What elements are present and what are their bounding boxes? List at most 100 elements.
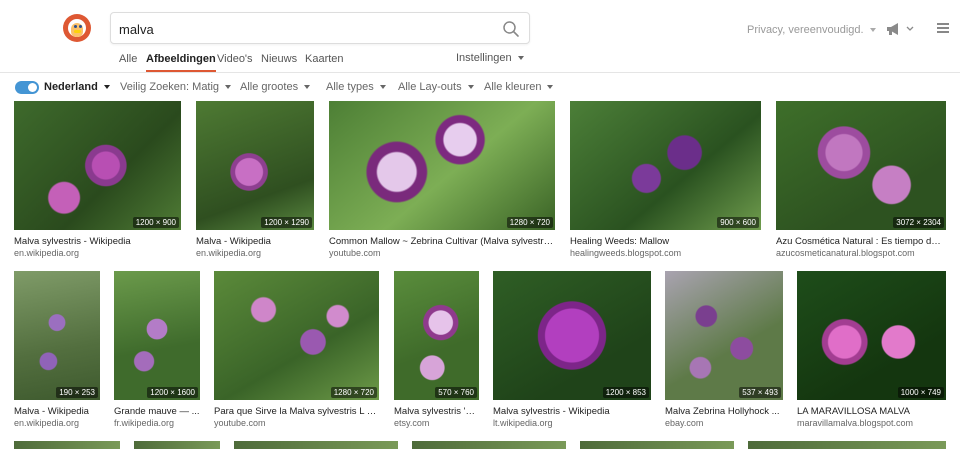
result-thumbnail	[394, 271, 479, 400]
image-dimensions: 570 × 760	[435, 387, 477, 398]
result-caption[interactable]: Malva Zebrina Hollyhock ...	[665, 406, 783, 417]
result-caption[interactable]: Healing Weeds: Mallow	[570, 236, 761, 247]
tab-images[interactable]: Afbeeldingen	[146, 52, 216, 72]
tab-all[interactable]: Alle	[119, 52, 137, 72]
chevron-down-icon	[103, 85, 110, 90]
result-thumbnail	[214, 271, 379, 400]
image-dimensions: 1200 × 1600	[147, 387, 198, 398]
size-label: Alle grootes	[240, 81, 299, 93]
image-result[interactable]: 3072 × 2304	[776, 101, 946, 230]
search-input[interactable]	[119, 19, 489, 39]
result-source[interactable]: youtube.com	[329, 248, 555, 258]
result-source[interactable]: lt.wikipedia.org	[493, 418, 651, 428]
result-thumbnail	[493, 271, 651, 400]
image-result[interactable]: 1200 × 1290	[196, 101, 314, 230]
result-thumbnail	[329, 101, 555, 230]
region-label: Nederland	[44, 81, 98, 93]
image-dimensions: 1280 × 720	[330, 387, 377, 398]
safe-search-label: Veilig Zoeken: Matig	[120, 81, 220, 93]
image-dimensions: 1200 × 900	[132, 217, 179, 228]
image-dimensions: 1200 × 1290	[261, 217, 312, 228]
type-filter[interactable]: Alle types	[326, 81, 386, 93]
result-source[interactable]: fr.wikipedia.org	[114, 418, 200, 428]
result-source[interactable]: en.wikipedia.org	[14, 418, 100, 428]
result-caption[interactable]: Para que Sirve la Malva sylvestris L - Y…	[214, 406, 379, 417]
result-source[interactable]: azucosmeticanatural.blogspot.com	[776, 248, 946, 258]
chevron-down-icon	[304, 85, 311, 90]
layout-filter[interactable]: Alle Lay-outs	[398, 81, 474, 93]
image-dimensions: 1200 × 853	[602, 387, 649, 398]
megaphone-icon[interactable]	[885, 22, 915, 36]
result-thumbnail	[776, 101, 946, 230]
size-filter[interactable]: Alle grootes	[240, 81, 311, 93]
chevron-down-icon	[467, 85, 474, 90]
image-result[interactable]	[580, 441, 734, 449]
result-source[interactable]: en.wikipedia.org	[14, 248, 181, 258]
result-caption[interactable]: Common Mallow ~ Zebrina Cultivar (Malva …	[329, 236, 555, 247]
safe-search-filter[interactable]: Veilig Zoeken: Matig	[120, 81, 232, 93]
result-thumbnail	[114, 271, 200, 400]
result-caption[interactable]: Malva sylvestris - Wikipedia	[493, 406, 651, 417]
result-source[interactable]: youtube.com	[214, 418, 379, 428]
image-result[interactable]: 1200 × 1600	[114, 271, 200, 400]
image-result[interactable]: 1000 × 749	[797, 271, 946, 400]
image-dimensions: 537 × 493	[739, 387, 781, 398]
filter-bar: Nederland Veilig Zoeken: Matig Alle groo…	[0, 73, 960, 101]
image-dimensions: 1280 × 720	[506, 217, 553, 228]
privacy-dropdown[interactable]: Privacy, vereenvoudigd.	[747, 24, 876, 36]
image-result[interactable]: 900 × 600	[570, 101, 761, 230]
image-dimensions: 190 × 253	[56, 387, 98, 398]
result-thumbnail	[14, 101, 181, 230]
result-caption[interactable]: Grande mauve — ...	[114, 406, 200, 417]
result-source[interactable]: en.wikipedia.org	[196, 248, 314, 258]
tab-maps[interactable]: Kaarten	[305, 52, 344, 72]
region-filter[interactable]: Nederland	[44, 81, 110, 93]
result-caption[interactable]: Malva sylvestris - Wikipedia	[14, 236, 181, 247]
hamburger-menu-icon[interactable]	[937, 23, 949, 33]
image-result[interactable]: 1200 × 853	[493, 271, 651, 400]
header: Alle Afbeeldingen Video's Nieuws Kaarten…	[0, 0, 960, 72]
toggle-knob	[28, 83, 37, 92]
search-box[interactable]	[110, 12, 530, 44]
settings-label: Instellingen	[456, 52, 512, 64]
type-label: Alle types	[326, 81, 374, 93]
color-filter[interactable]: Alle kleuren	[484, 81, 554, 93]
tab-news[interactable]: Nieuws	[261, 52, 297, 72]
chevron-down-icon	[225, 85, 232, 90]
image-result[interactable]: 1280 × 720	[214, 271, 379, 400]
tab-videos[interactable]: Video's	[217, 52, 253, 72]
result-thumbnail	[665, 271, 783, 400]
result-source[interactable]: ebay.com	[665, 418, 783, 428]
result-thumbnail	[570, 101, 761, 230]
image-result[interactable]: 570 × 760	[394, 271, 479, 400]
image-result[interactable]	[412, 441, 566, 449]
image-result[interactable]: 537 × 493	[665, 271, 783, 400]
search-icon[interactable]	[502, 20, 520, 38]
image-result[interactable]	[14, 441, 120, 449]
result-caption[interactable]: Azu Cosmética Natural : Es tiempo de ...	[776, 236, 946, 247]
region-toggle[interactable]	[15, 81, 39, 94]
result-source[interactable]: maravillamalva.blogspot.com	[797, 418, 946, 428]
result-source[interactable]: etsy.com	[394, 418, 479, 428]
logo-eye-right	[79, 25, 82, 28]
logo-beak	[74, 30, 81, 33]
image-result[interactable]: 1280 × 720	[329, 101, 555, 230]
settings-dropdown[interactable]: Instellingen	[456, 52, 524, 64]
result-caption[interactable]: Malva - Wikipedia	[14, 406, 100, 417]
result-caption[interactable]: LA MARAVILLOSA MALVA	[797, 406, 946, 417]
chevron-down-icon	[517, 56, 524, 61]
result-caption[interactable]: Malva - Wikipedia	[196, 236, 314, 247]
result-source[interactable]: healingweeds.blogspot.com	[570, 248, 761, 258]
chevron-down-icon	[547, 85, 554, 90]
image-result[interactable]: 1200 × 900	[14, 101, 181, 230]
image-result[interactable]	[134, 441, 220, 449]
image-result[interactable]	[234, 441, 398, 449]
color-label: Alle kleuren	[484, 81, 542, 93]
result-caption[interactable]: Malva sylvestris 'Z...	[394, 406, 479, 417]
image-dimensions: 1000 × 749	[897, 387, 944, 398]
image-result[interactable]	[748, 441, 946, 449]
image-dimensions: 900 × 600	[717, 217, 759, 228]
duck-logo[interactable]	[63, 14, 91, 42]
image-result[interactable]: 190 × 253	[14, 271, 100, 400]
layout-label: Alle Lay-outs	[398, 81, 462, 93]
